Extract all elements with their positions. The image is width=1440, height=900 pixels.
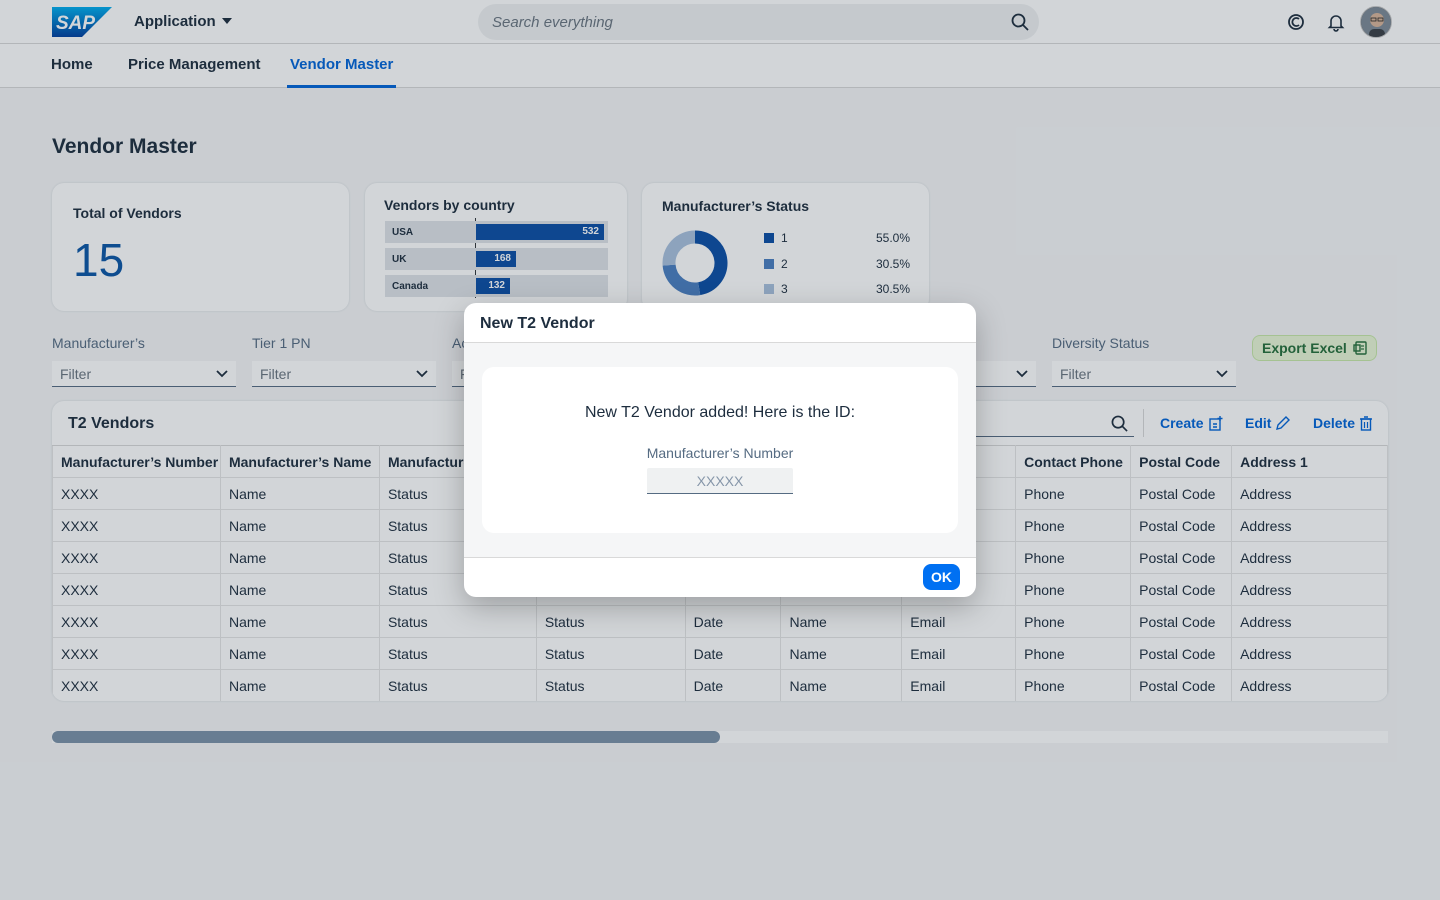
new-t2-vendor-dialog: New T2 Vendor New T2 Vendor added! Here … <box>464 303 976 597</box>
dialog-card: New T2 Vendor added! Here is the ID: Man… <box>482 367 958 533</box>
ok-button[interactable]: OK <box>923 564 960 590</box>
manufacturer-number-label: Manufacturer’s Number <box>646 445 794 461</box>
dialog-header: New T2 Vendor <box>464 303 976 343</box>
manufacturer-number-field[interactable] <box>647 468 793 494</box>
dialog-title: New T2 Vendor <box>480 315 595 332</box>
dialog-message: New T2 Vendor added! Here is the ID: <box>584 404 856 421</box>
dialog-footer: OK <box>464 557 976 597</box>
dialog-content: New T2 Vendor added! Here is the ID: Man… <box>464 343 976 557</box>
